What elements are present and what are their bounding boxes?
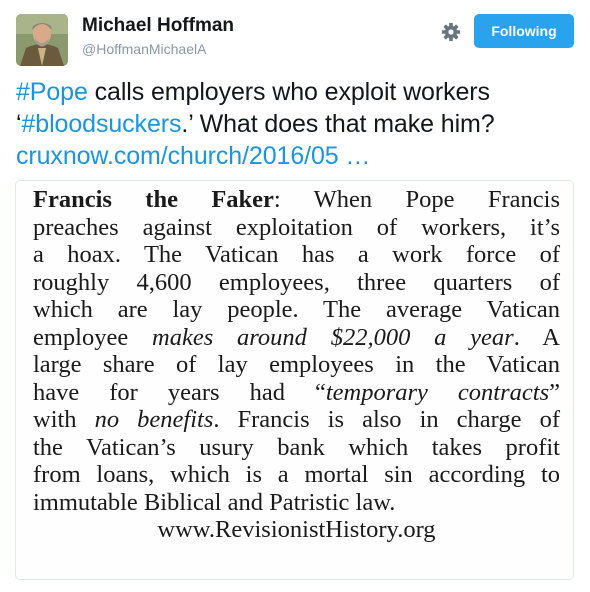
article-text: . Francis is also in charge of bbox=[213, 406, 560, 433]
article-emphasis: makes around $22,000 a year bbox=[152, 323, 514, 351]
article-line: roughly 4,600 employees, three quarters … bbox=[33, 268, 560, 296]
article-emphasis: no benefits bbox=[94, 406, 214, 433]
article-line: from loans, which is a mortal sin accord… bbox=[33, 461, 560, 488]
user-name[interactable]: Michael Hoffman bbox=[82, 15, 234, 37]
article-line: employee makes around $22,000 a year. A bbox=[33, 324, 560, 352]
article-link[interactable]: cruxnow.com/church/2016/05 … bbox=[16, 142, 370, 170]
article-text: with bbox=[33, 406, 95, 433]
article-line: with no benefits. Francis is also in cha… bbox=[33, 406, 560, 434]
article-title: Francis the Faker bbox=[33, 186, 274, 213]
hashtag-pope[interactable]: #Pope bbox=[16, 78, 88, 106]
article-line: preaches against exploitation of workers… bbox=[33, 213, 560, 241]
tweet-line-2: ‘#bloodsuckers.’ What does that make him… bbox=[16, 108, 576, 140]
tweet-text: #Pope calls employers who exploit worker… bbox=[16, 76, 576, 172]
article-line: a hoax. The Vatican has a work force of bbox=[33, 241, 560, 268]
article-text: ” bbox=[549, 378, 560, 406]
tweet-line-1: #Pope calls employers who exploit worker… bbox=[16, 76, 576, 108]
user-handle[interactable]: @HoffmanMichaelA bbox=[82, 41, 206, 57]
article-line: have for years had “temporary contracts” bbox=[33, 379, 560, 407]
tweet-text-segment: calls employers who exploit workers bbox=[87, 78, 490, 106]
article-source-url: www.RevisionistHistory.org bbox=[157, 516, 436, 543]
profile-photo bbox=[16, 14, 68, 66]
article-text: have for years had “ bbox=[33, 378, 326, 406]
avatar[interactable] bbox=[16, 14, 68, 66]
tweet-text-segment: .’ What does that make him? bbox=[181, 110, 495, 138]
following-button[interactable]: Following bbox=[474, 14, 574, 48]
article-text: : When Pope Francis bbox=[273, 186, 560, 213]
article-clipping: Francis the Faker: When Pope Francis pre… bbox=[33, 186, 560, 544]
article-line: Francis the Faker: When Pope Francis bbox=[33, 186, 560, 214]
article-line: which are lay people. The average Vatica… bbox=[33, 296, 560, 323]
article-text: employee bbox=[33, 323, 153, 351]
article-line: the Vatican’s usury bank which takes pro… bbox=[33, 433, 560, 461]
tweet-image[interactable]: Francis the Faker: When Pope Francis pre… bbox=[15, 180, 574, 580]
article-line: large share of lay employees in the Vati… bbox=[33, 351, 560, 378]
tweet-line-3: cruxnow.com/church/2016/05 … bbox=[16, 140, 576, 172]
gear-icon[interactable] bbox=[440, 21, 462, 43]
article-text: . A bbox=[513, 323, 560, 351]
article-emphasis: temporary contracts bbox=[325, 378, 550, 406]
hashtag-bloodsuckers[interactable]: #bloodsuckers bbox=[21, 110, 181, 138]
article-line: immutable Biblical and Patristic law. bbox=[33, 488, 396, 516]
